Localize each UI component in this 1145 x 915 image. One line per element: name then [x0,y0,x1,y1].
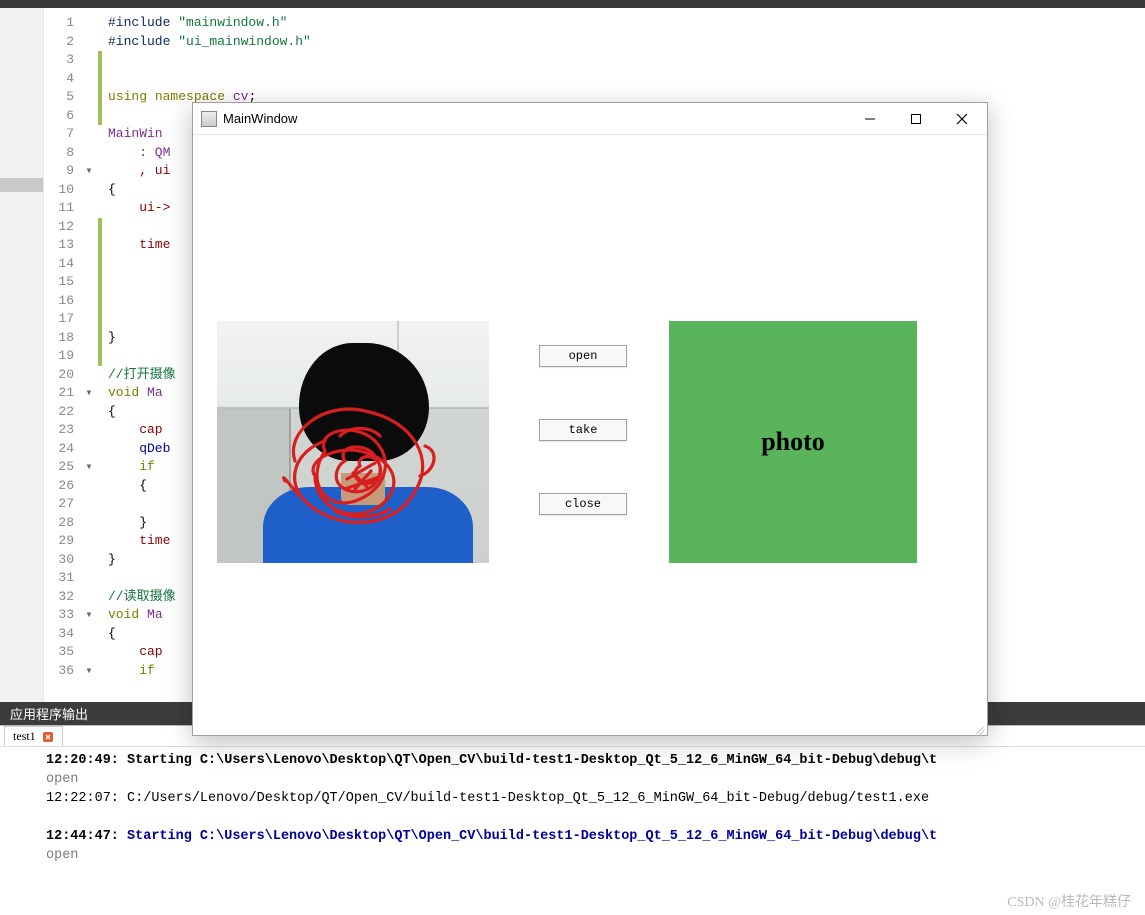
take-button[interactable]: take [539,419,627,441]
close-camera-button[interactable]: close [539,493,627,515]
fold-gutter[interactable]: ▾▾▾▾▾ [80,8,98,702]
minimize-button[interactable] [847,104,893,134]
window-title: MainWindow [223,111,847,126]
editor-left-margin [0,8,44,702]
camera-preview [217,321,489,563]
titlebar[interactable]: MainWindow [193,103,987,135]
output-tab-test1[interactable]: test1 [4,726,63,746]
watermark: CSDN @桂花年糕仔 [1007,891,1131,911]
output-log[interactable]: 12:20:49: Starting C:\Users\Lenovo\Deskt… [0,747,1145,875]
open-button[interactable]: open [539,345,627,367]
resize-grip[interactable] [971,719,987,735]
app-icon [201,111,217,127]
close-button[interactable] [939,104,985,134]
close-tab-icon[interactable] [42,731,54,743]
output-tab-label: test1 [13,729,36,744]
top-toolbar-strip [0,0,1145,8]
line-number-gutter: 1234567891011121314151617181920212223242… [44,8,80,702]
mainwindow-dialog: MainWindow [192,102,988,736]
maximize-button[interactable] [893,104,939,134]
photo-placeholder-label: photo [761,427,825,457]
photo-display: photo [669,321,917,563]
